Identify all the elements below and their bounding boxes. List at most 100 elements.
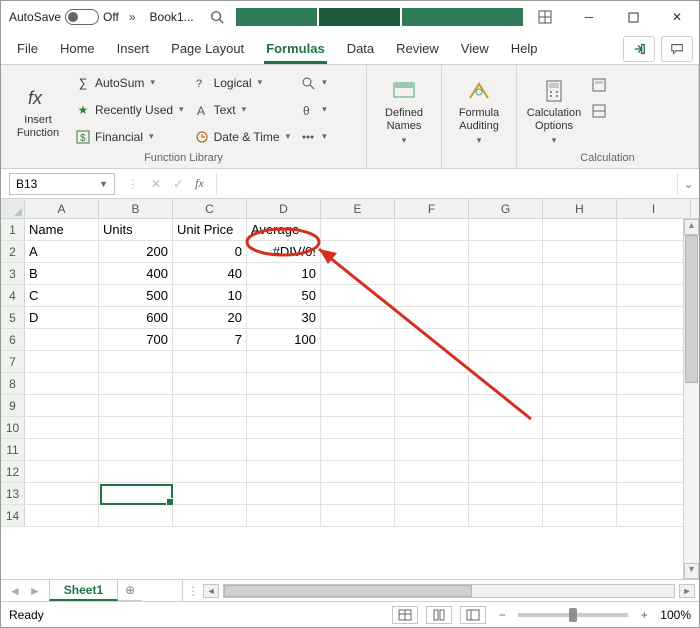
page-layout-view-button[interactable]: [426, 606, 452, 624]
cell[interactable]: [173, 505, 247, 526]
cell[interactable]: [321, 307, 395, 328]
cell[interactable]: [99, 351, 173, 372]
minimize-button[interactable]: ─: [567, 1, 611, 33]
cell[interactable]: [469, 329, 543, 350]
cell[interactable]: Average: [247, 219, 321, 240]
cell[interactable]: 0: [173, 241, 247, 262]
cell[interactable]: [247, 461, 321, 482]
cell[interactable]: [469, 351, 543, 372]
cell[interactable]: [25, 395, 99, 416]
autosave-toggle[interactable]: AutoSave Off: [1, 9, 119, 25]
cell[interactable]: 200: [99, 241, 173, 262]
defined-names-button[interactable]: Defined Names: [375, 69, 433, 150]
close-button[interactable]: ✕: [655, 1, 699, 33]
hscroll-thumb[interactable]: [224, 585, 471, 597]
column-header[interactable]: H: [543, 199, 617, 218]
cell[interactable]: [395, 395, 469, 416]
new-sheet-button[interactable]: ⊕: [118, 580, 142, 601]
cell[interactable]: [99, 461, 173, 482]
sheet-nav-next-icon[interactable]: ►: [29, 584, 41, 598]
cell[interactable]: [99, 373, 173, 394]
cell[interactable]: 50: [247, 285, 321, 306]
cell[interactable]: Unit Price: [173, 219, 247, 240]
column-header[interactable]: E: [321, 199, 395, 218]
row-header[interactable]: 13: [1, 483, 25, 504]
cell[interactable]: [395, 439, 469, 460]
cell[interactable]: [617, 241, 691, 262]
cell[interactable]: [469, 439, 543, 460]
row-header[interactable]: 14: [1, 505, 25, 526]
cell[interactable]: [25, 329, 99, 350]
cell[interactable]: [469, 263, 543, 284]
cell[interactable]: D: [25, 307, 99, 328]
cell[interactable]: 100: [247, 329, 321, 350]
cell[interactable]: [173, 417, 247, 438]
cell[interactable]: [173, 351, 247, 372]
cell[interactable]: [543, 241, 617, 262]
cell[interactable]: [173, 439, 247, 460]
cell[interactable]: [469, 395, 543, 416]
insert-function-button[interactable]: fx Insert Function: [9, 69, 67, 150]
cell[interactable]: [617, 285, 691, 306]
cell[interactable]: [173, 483, 247, 504]
tab-insert[interactable]: Insert: [107, 35, 160, 64]
normal-view-button[interactable]: [392, 606, 418, 624]
cell[interactable]: C: [25, 285, 99, 306]
scroll-down-icon[interactable]: ▼: [684, 563, 699, 579]
cell[interactable]: [395, 241, 469, 262]
cell[interactable]: [543, 505, 617, 526]
sheet-nav-prev-icon[interactable]: ◄: [9, 584, 21, 598]
cell[interactable]: [395, 285, 469, 306]
cell[interactable]: 400: [99, 263, 173, 284]
cell[interactable]: [469, 505, 543, 526]
share-button[interactable]: [623, 36, 655, 62]
zoom-in-button[interactable]: +: [636, 608, 652, 622]
cell[interactable]: [469, 241, 543, 262]
tab-home[interactable]: Home: [50, 35, 105, 64]
column-header[interactable]: I: [617, 199, 691, 218]
cell[interactable]: [543, 461, 617, 482]
expand-formula-bar-icon[interactable]: ⌄: [677, 173, 699, 195]
cell[interactable]: [321, 351, 395, 372]
tab-help[interactable]: Help: [501, 35, 548, 64]
column-header[interactable]: F: [395, 199, 469, 218]
cell[interactable]: [543, 307, 617, 328]
formula-input[interactable]: [216, 173, 677, 195]
cell[interactable]: [395, 263, 469, 284]
cell[interactable]: 600: [99, 307, 173, 328]
cell[interactable]: [617, 395, 691, 416]
cell[interactable]: 20: [173, 307, 247, 328]
cell[interactable]: B: [25, 263, 99, 284]
fx-icon[interactable]: fx: [195, 176, 204, 191]
cell[interactable]: [395, 483, 469, 504]
cell[interactable]: #DIV/0!: [247, 241, 321, 262]
cell[interactable]: [173, 373, 247, 394]
maximize-button[interactable]: [611, 1, 655, 33]
cell[interactable]: 10: [173, 285, 247, 306]
worksheet-grid[interactable]: ABCDEFGHI 1NameUnitsUnit PriceAverage2A2…: [1, 199, 699, 579]
cell[interactable]: [25, 483, 99, 504]
cell[interactable]: [173, 395, 247, 416]
financial-button[interactable]: $Financial▾: [73, 127, 186, 147]
cell[interactable]: [395, 373, 469, 394]
sheet-tab-sheet1[interactable]: Sheet1: [49, 580, 118, 601]
cell[interactable]: [25, 351, 99, 372]
cell[interactable]: [321, 241, 395, 262]
qat-overflow-icon[interactable]: »: [119, 10, 146, 24]
column-header[interactable]: B: [99, 199, 173, 218]
cell[interactable]: [99, 483, 173, 504]
cell[interactable]: [395, 307, 469, 328]
cell[interactable]: [543, 373, 617, 394]
cell[interactable]: A: [25, 241, 99, 262]
cell[interactable]: [395, 329, 469, 350]
tab-view[interactable]: View: [451, 35, 499, 64]
name-box[interactable]: B13 ▼: [9, 173, 115, 195]
scroll-thumb[interactable]: [685, 235, 698, 383]
cell[interactable]: [25, 373, 99, 394]
cell[interactable]: 30: [247, 307, 321, 328]
formula-auditing-button[interactable]: Formula Auditing: [450, 69, 508, 150]
cell[interactable]: [617, 307, 691, 328]
cell[interactable]: [321, 329, 395, 350]
cell[interactable]: [617, 439, 691, 460]
cell[interactable]: Units: [99, 219, 173, 240]
